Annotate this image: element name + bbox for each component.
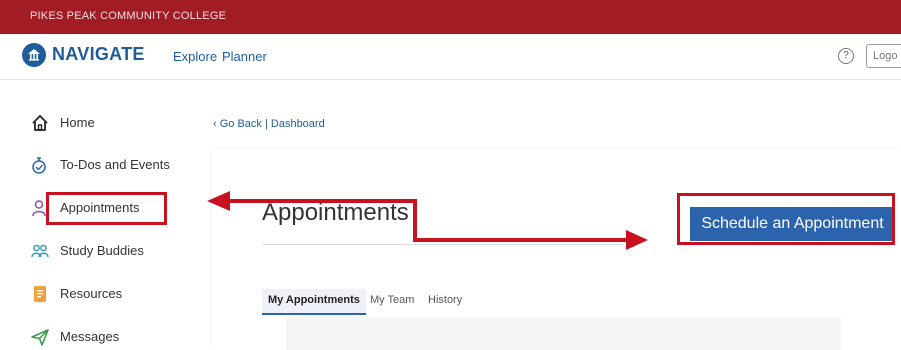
tab-my-appointments[interactable]: My Appointments — [262, 289, 366, 315]
sidebar-item-study-buddies[interactable]: Study Buddies — [30, 238, 200, 264]
send-icon — [31, 329, 49, 346]
resources-icon — [34, 286, 46, 302]
sidebar-item-label: To-Dos and Events — [60, 157, 170, 172]
tab-my-team[interactable]: My Team — [370, 289, 414, 315]
sidebar-item-label: Appointments — [60, 200, 140, 215]
page-title: Appointments — [262, 199, 409, 226]
chevron-left-icon: ‹ — [213, 118, 220, 130]
sidebar-item-todos[interactable]: To-Dos and Events — [30, 152, 200, 178]
college-header-bar: PIKES PEAK COMMUNITY COLLEGE — [0, 0, 901, 34]
sidebar-item-messages[interactable]: Messages — [30, 324, 200, 350]
logout-button[interactable]: Logo — [866, 44, 901, 68]
title-divider — [262, 244, 622, 245]
back-link-label: Go Back | Dashboard — [219, 118, 325, 130]
help-icon[interactable]: ? — [838, 48, 854, 64]
main-content: ‹ Go Back | Dashboard Appointments Sched… — [205, 81, 901, 350]
navigate-logo-icon[interactable] — [22, 43, 46, 67]
sidebar-item-resources[interactable]: Resources — [30, 281, 200, 307]
college-name: PIKES PEAK COMMUNITY COLLEGE — [30, 10, 227, 22]
study-buddies-icon — [31, 244, 49, 258]
appointments-panel — [286, 317, 841, 350]
tab-history[interactable]: History — [428, 289, 462, 315]
todo-icon — [32, 157, 46, 174]
sidebar-item-appointments[interactable]: Appointments — [30, 195, 200, 221]
sidebar-item-label: Resources — [60, 286, 123, 301]
appointments-card: Appointments Schedule an Appointment My … — [212, 149, 901, 350]
sidebar-item-label: Messages — [60, 329, 120, 344]
navigation-bar: NAVIGATE Explore Planner ? Logo — [0, 34, 901, 80]
nav-link-explore[interactable]: Explore — [173, 49, 217, 64]
sidebar-item-label: Study Buddies — [60, 243, 144, 258]
sidebar: Home To-Dos and Events Appointments Stud… — [0, 81, 205, 350]
home-icon — [32, 115, 48, 131]
sidebar-item-label: Home — [60, 115, 95, 130]
sidebar-item-home[interactable]: Home — [30, 110, 200, 136]
go-back-link[interactable]: ‹ Go Back | Dashboard — [213, 118, 325, 130]
schedule-appointment-button[interactable]: Schedule an Appointment — [690, 207, 895, 241]
navigate-logo-text[interactable]: NAVIGATE — [52, 44, 145, 65]
person-icon — [32, 200, 46, 217]
nav-link-planner[interactable]: Planner — [222, 49, 267, 64]
